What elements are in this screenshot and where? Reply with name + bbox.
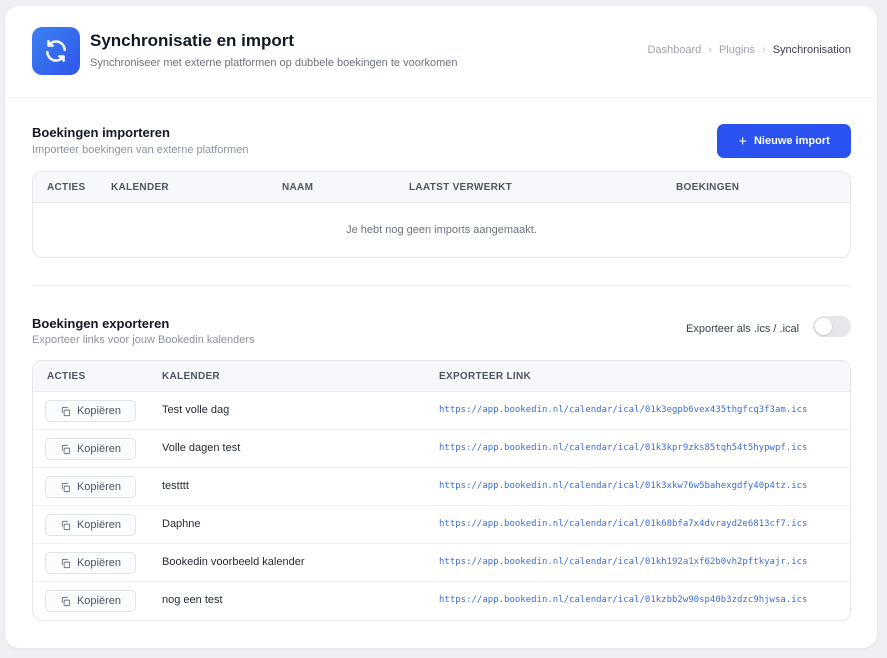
column-header-acties: ACTIES [47,182,86,193]
export-table-header: ACTIES KALENDER EXPORTEER LINK [33,361,850,392]
copy-icon [61,406,71,416]
ics-toggle-label: Exporteer als .ics / .ical [686,323,800,335]
empty-state-message: Je hebt nog geen imports aangemaakt. [346,224,537,236]
calendar-name: Test volle dag [162,404,230,416]
column-header-laatst-verwerkt: LAATST VERWERKT [409,182,513,193]
copy-icon [61,558,71,568]
column-header-naam: NAAM [282,182,314,193]
copy-button[interactable]: Kopiëren [45,438,136,460]
export-section-title: Boekingen exporteren [32,316,170,331]
chevron-right-icon: › [708,44,712,56]
column-header-kalender: KALENDER [162,371,220,382]
export-link[interactable]: https://app.bookedin.nl/calendar/ical/01… [439,595,807,605]
export-table: ACTIES KALENDER EXPORTEER LINK Kopiëren … [32,360,851,621]
calendar-name: Daphne [162,518,201,530]
page-subtitle: Synchroniseer met externe platformen op … [90,57,458,69]
new-import-button[interactable]: + Nieuwe import [717,124,851,158]
toggle-knob [815,318,832,335]
new-import-button-label: Nieuwe import [753,135,830,147]
calendar-name: Bookedin voorbeeld kalender [162,556,305,568]
calendar-name: testttt [162,480,189,492]
calendar-name: Volle dagen test [162,442,241,454]
copy-button-label: Kopiëren [76,443,122,455]
table-row: Kopiëren nog een test https://app.booked… [33,582,850,620]
breadcrumb-item-dashboard[interactable]: Dashboard [647,44,701,56]
breadcrumb: Dashboard › Plugins › Synchronisation [647,44,851,56]
sync-icon [32,27,80,75]
table-row: Kopiëren Bookedin voorbeeld kalender htt… [33,544,850,582]
copy-button[interactable]: Kopiëren [45,476,136,498]
copy-button[interactable]: Kopiëren [45,552,136,574]
page-title: Synchronisatie en import [90,31,295,50]
import-section-title: Boekingen importeren [32,125,170,140]
column-header-boekingen: BOEKINGEN [676,182,740,193]
table-row: Kopiëren Test volle dag https://app.book… [33,392,850,430]
copy-icon [61,520,71,530]
breadcrumb-item-current: Synchronisation [772,44,851,56]
table-row: Kopiëren Daphne https://app.bookedin.nl/… [33,506,850,544]
export-link[interactable]: https://app.bookedin.nl/calendar/ical/01… [439,481,807,491]
import-table: ACTIES KALENDER NAAM LAATST VERWERKT BOE… [32,171,851,258]
column-header-exporteer-link: EXPORTEER LINK [439,371,531,382]
page-header: Synchronisatie en import Synchroniseer m… [5,6,877,98]
copy-button[interactable]: Kopiëren [45,514,136,536]
copy-icon [61,444,71,454]
copy-icon [61,482,71,492]
export-link[interactable]: https://app.bookedin.nl/calendar/ical/01… [439,443,807,453]
export-link[interactable]: https://app.bookedin.nl/calendar/ical/01… [439,405,807,415]
import-section-description: Importeer boekingen van externe platform… [32,144,249,156]
ics-toggle[interactable] [813,316,851,337]
section-divider [32,285,851,286]
copy-button-label: Kopiëren [76,557,122,569]
export-link[interactable]: https://app.bookedin.nl/calendar/ical/01… [439,519,807,529]
column-header-acties: ACTIES [47,371,86,382]
copy-button-label: Kopiëren [76,481,122,493]
column-header-kalender: KALENDER [111,182,169,193]
chevron-right-icon: › [762,44,766,56]
copy-button-label: Kopiëren [76,405,122,417]
copy-button[interactable]: Kopiëren [45,400,136,422]
breadcrumb-item-plugins[interactable]: Plugins [719,44,755,56]
copy-icon [61,596,71,606]
export-section-description: Exporteer links voor jouw Bookedin kalen… [32,334,255,346]
plus-icon: + [738,132,747,150]
copy-button-label: Kopiëren [76,519,122,531]
table-row: Kopiëren testttt https://app.bookedin.nl… [33,468,850,506]
calendar-name: nog een test [162,594,223,606]
copy-button-label: Kopiëren [76,595,122,607]
export-link[interactable]: https://app.bookedin.nl/calendar/ical/01… [439,557,807,567]
table-row: Kopiëren Volle dagen test https://app.bo… [33,430,850,468]
main-card: Synchronisatie en import Synchroniseer m… [5,6,877,648]
copy-button[interactable]: Kopiëren [45,590,136,612]
import-table-header: ACTIES KALENDER NAAM LAATST VERWERKT BOE… [33,172,850,203]
